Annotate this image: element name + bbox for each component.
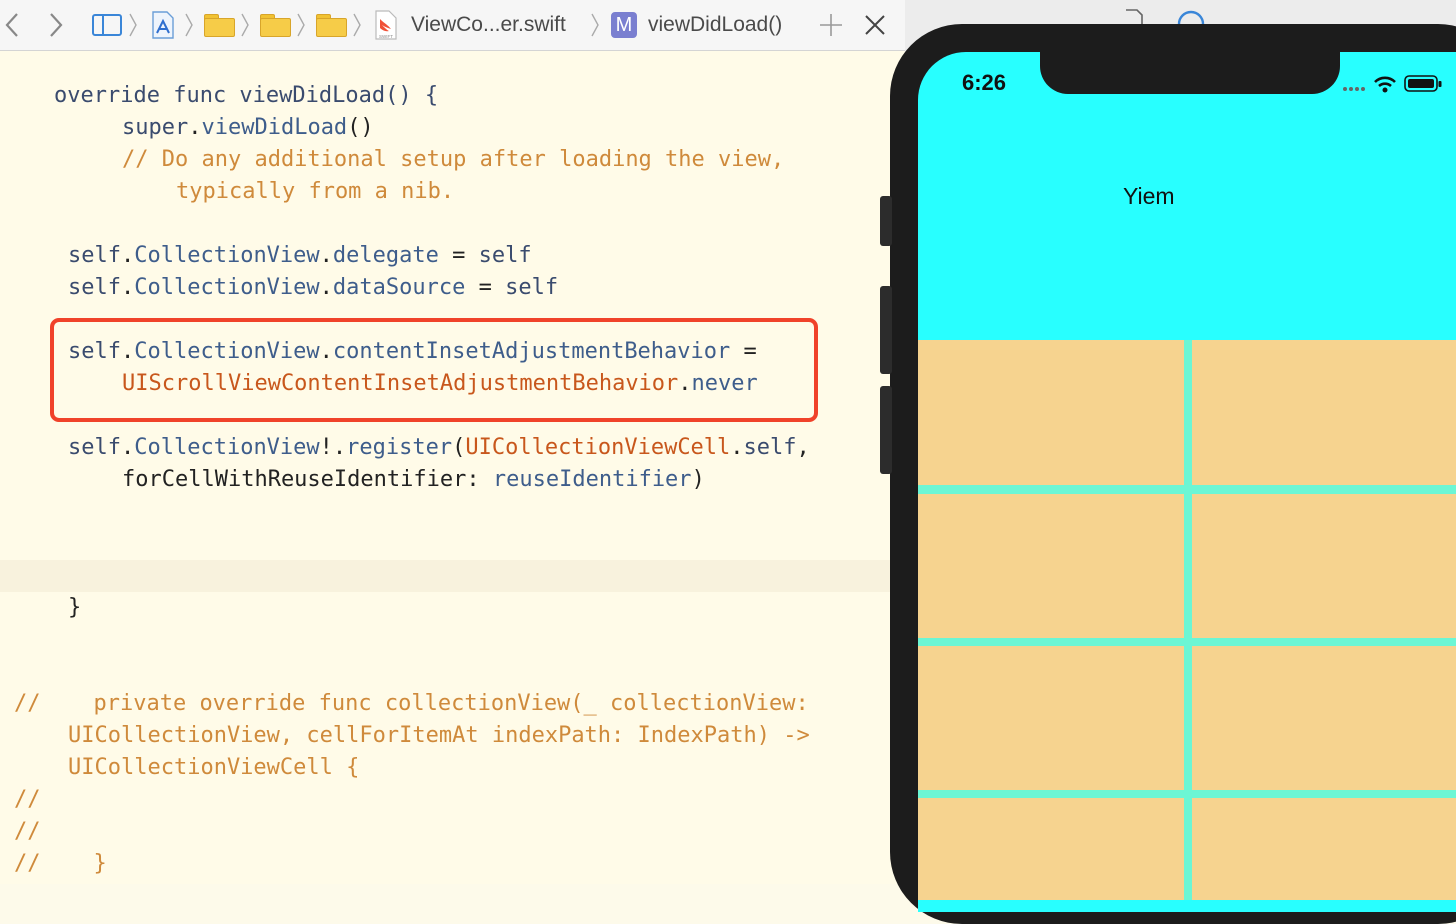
code-comment: //	[14, 787, 41, 812]
forward-button[interactable]	[48, 0, 72, 50]
add-editor-button[interactable]	[818, 0, 846, 50]
plus-icon	[820, 14, 842, 36]
code-comment: UICollectionViewCell {	[68, 755, 360, 780]
silent-switch	[880, 196, 892, 246]
signal-dots-icon	[1343, 87, 1365, 91]
separator-icon	[129, 13, 137, 37]
separator-icon	[353, 13, 361, 37]
jump-bar: SWIFT ViewCo...er.swift M viewDidLoad()	[0, 0, 905, 51]
collection-cell[interactable]	[918, 494, 1184, 638]
close-icon	[865, 15, 885, 35]
code-comment: // private override func collectionView(…	[14, 691, 809, 716]
folder-icon[interactable]	[316, 14, 347, 37]
collection-cell[interactable]	[1192, 646, 1456, 790]
collection-cell[interactable]	[918, 340, 1184, 485]
code-comment: // Do any additional setup after loading…	[122, 147, 785, 172]
collection-cell[interactable]	[918, 646, 1184, 790]
collection-cell[interactable]	[1192, 494, 1456, 638]
collection-cell[interactable]	[1192, 798, 1456, 900]
status-time: 6:26	[962, 70, 1007, 95]
code-comment: typically from a nib.	[176, 179, 455, 204]
code-line: super.viewDidLoad()	[122, 115, 374, 140]
code-comment: // }	[14, 851, 107, 876]
navigator-toggle-button[interactable]	[92, 0, 122, 50]
code-editor[interactable]: SWIFT ViewCo...er.swift M viewDidLoad() …	[0, 0, 905, 884]
swift-file-icon: SWIFT	[375, 10, 397, 40]
back-button[interactable]	[4, 0, 28, 50]
folder-icon[interactable]	[260, 14, 291, 37]
separator-icon	[591, 13, 599, 37]
split-view-icon	[92, 14, 122, 36]
breadcrumb-project[interactable]	[150, 0, 176, 50]
code-line: }	[68, 595, 82, 620]
chevron-right-icon	[50, 13, 63, 37]
xcode-project-icon	[152, 11, 174, 39]
method-icon: M	[611, 0, 639, 50]
help-icon	[1177, 10, 1205, 24]
breadcrumb-method[interactable]: viewDidLoad()	[648, 0, 782, 50]
nav-title: Yiem	[1123, 183, 1175, 209]
volume-up-button	[880, 286, 892, 374]
collection-cell[interactable]	[918, 798, 1184, 900]
volume-down-button	[880, 386, 892, 474]
current-line-highlight	[0, 560, 905, 592]
separator-icon	[297, 13, 305, 37]
collection-view[interactable]	[918, 340, 1456, 900]
code-line: self.CollectionView!.register(UICollecti…	[68, 435, 810, 460]
folder-icon[interactable]	[204, 14, 235, 37]
separator-icon	[241, 13, 249, 37]
code-comment: UICollectionView, cellForItemAt indexPat…	[68, 723, 810, 748]
code-line: override func viewDidLoad() {	[54, 83, 439, 108]
collection-cell[interactable]	[1192, 340, 1456, 485]
swift-file-badge: SWIFT	[374, 0, 400, 50]
battery-icon	[1404, 75, 1442, 92]
svg-text:SWIFT: SWIFT	[379, 34, 393, 39]
code-line: self.CollectionView.delegate = self	[68, 243, 532, 268]
chevron-left-icon	[5, 13, 18, 37]
code-line: forCellWithReuseIdentifier: reuseIdentif…	[122, 467, 705, 492]
notch	[1040, 46, 1340, 94]
method-badge: M	[611, 12, 637, 38]
close-editor-button[interactable]	[864, 0, 890, 50]
breadcrumb-file[interactable]: ViewCo...er.swift	[411, 0, 566, 50]
code-comment: //	[14, 819, 41, 844]
code-line: self.CollectionView.dataSource = self	[68, 275, 559, 300]
separator-icon	[185, 13, 193, 37]
wifi-icon	[1374, 76, 1396, 93]
highlight-box	[50, 318, 818, 422]
